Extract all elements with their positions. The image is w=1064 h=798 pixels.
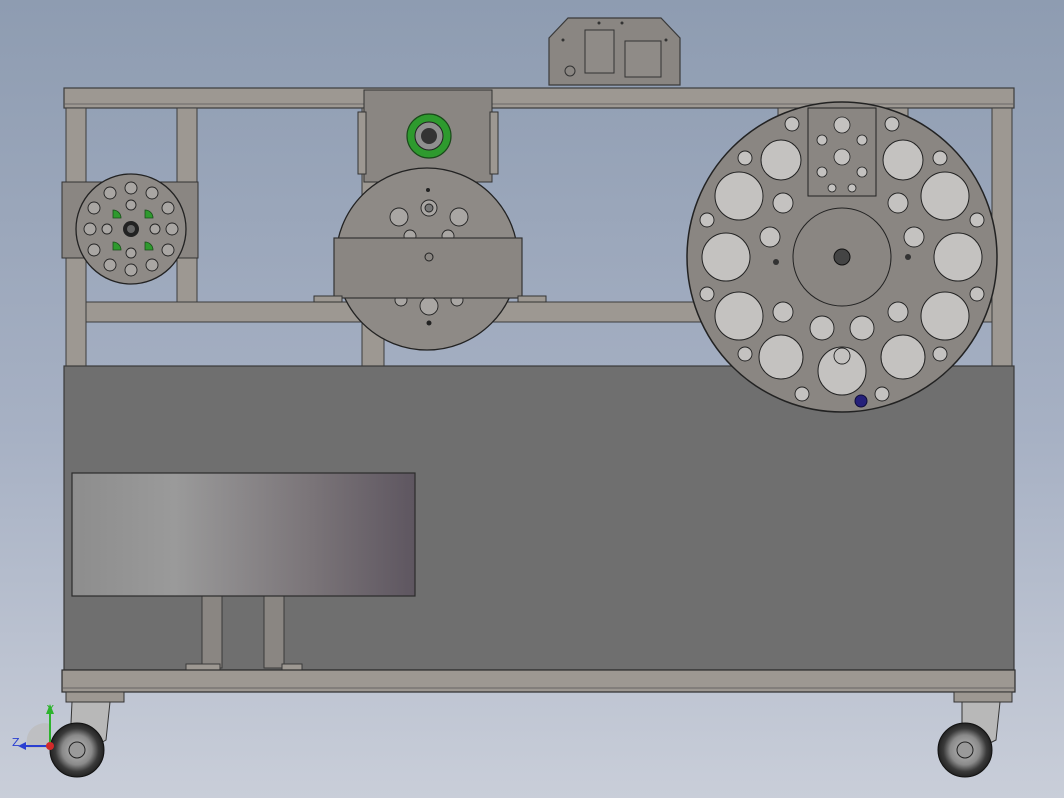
- caster-right: [937, 691, 1013, 778]
- coordinate-triad: Y Z: [12, 703, 54, 750]
- y-axis-label: Y: [46, 703, 54, 716]
- drum-roller: [71, 472, 416, 597]
- large-carousel-wheel: [686, 101, 998, 413]
- cad-viewport[interactable]: Y Z: [0, 0, 1064, 798]
- base-rail: [61, 669, 1016, 693]
- caster-left: [49, 691, 125, 778]
- z-axis-label: Z: [12, 736, 20, 749]
- machine-drawing: Y Z: [12, 17, 1016, 778]
- control-box: [548, 17, 681, 86]
